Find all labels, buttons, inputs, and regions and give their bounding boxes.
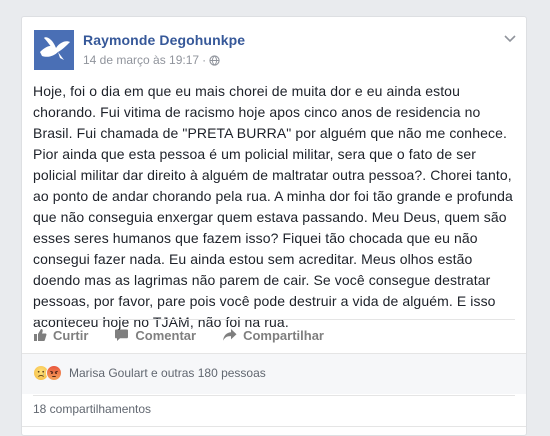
comment-label: Comentar [135,327,197,343]
share-arrow-icon [223,329,237,341]
meta-separator: · [202,53,207,67]
divider [33,319,515,320]
share-button[interactable]: Compartilhar [222,324,324,346]
post-actions: Curtir Comentar Compartilhar [33,324,350,346]
shares-count[interactable]: 18 compartilhamentos [33,402,151,416]
reaction-icons [33,365,62,381]
like-button[interactable]: Curtir [33,324,88,346]
thumbs-up-icon [34,329,47,341]
post-timestamp[interactable]: 14 de março às 19:17 [83,53,199,67]
post-meta: 14 de março às 19:17 · [83,53,220,67]
chevron-down-icon[interactable] [504,31,516,43]
dove-icon [34,30,74,70]
angry-reaction-icon[interactable] [46,365,62,381]
reactions-text[interactable]: Marisa Goulart e outras 180 pessoas [69,366,266,380]
post-card: Raymonde Degohunkpe 14 de março às 19:17… [21,16,527,436]
divider [33,395,515,396]
post-body-text: Hoje, foi o dia em que eu mais chorei de… [33,83,513,330]
divider [22,426,526,427]
author-name[interactable]: Raymonde Degohunkpe [83,32,245,48]
globe-icon [209,54,220,66]
like-label: Curtir [53,327,89,343]
reactions-summary[interactable]: Marisa Goulart e outras 180 pessoas [33,365,266,381]
avatar[interactable] [34,30,74,70]
comment-button[interactable]: Comentar [114,324,196,346]
comment-icon [115,329,129,341]
reactions-bar: Marisa Goulart e outras 180 pessoas [22,353,526,394]
share-label: Compartilhar [243,327,324,343]
